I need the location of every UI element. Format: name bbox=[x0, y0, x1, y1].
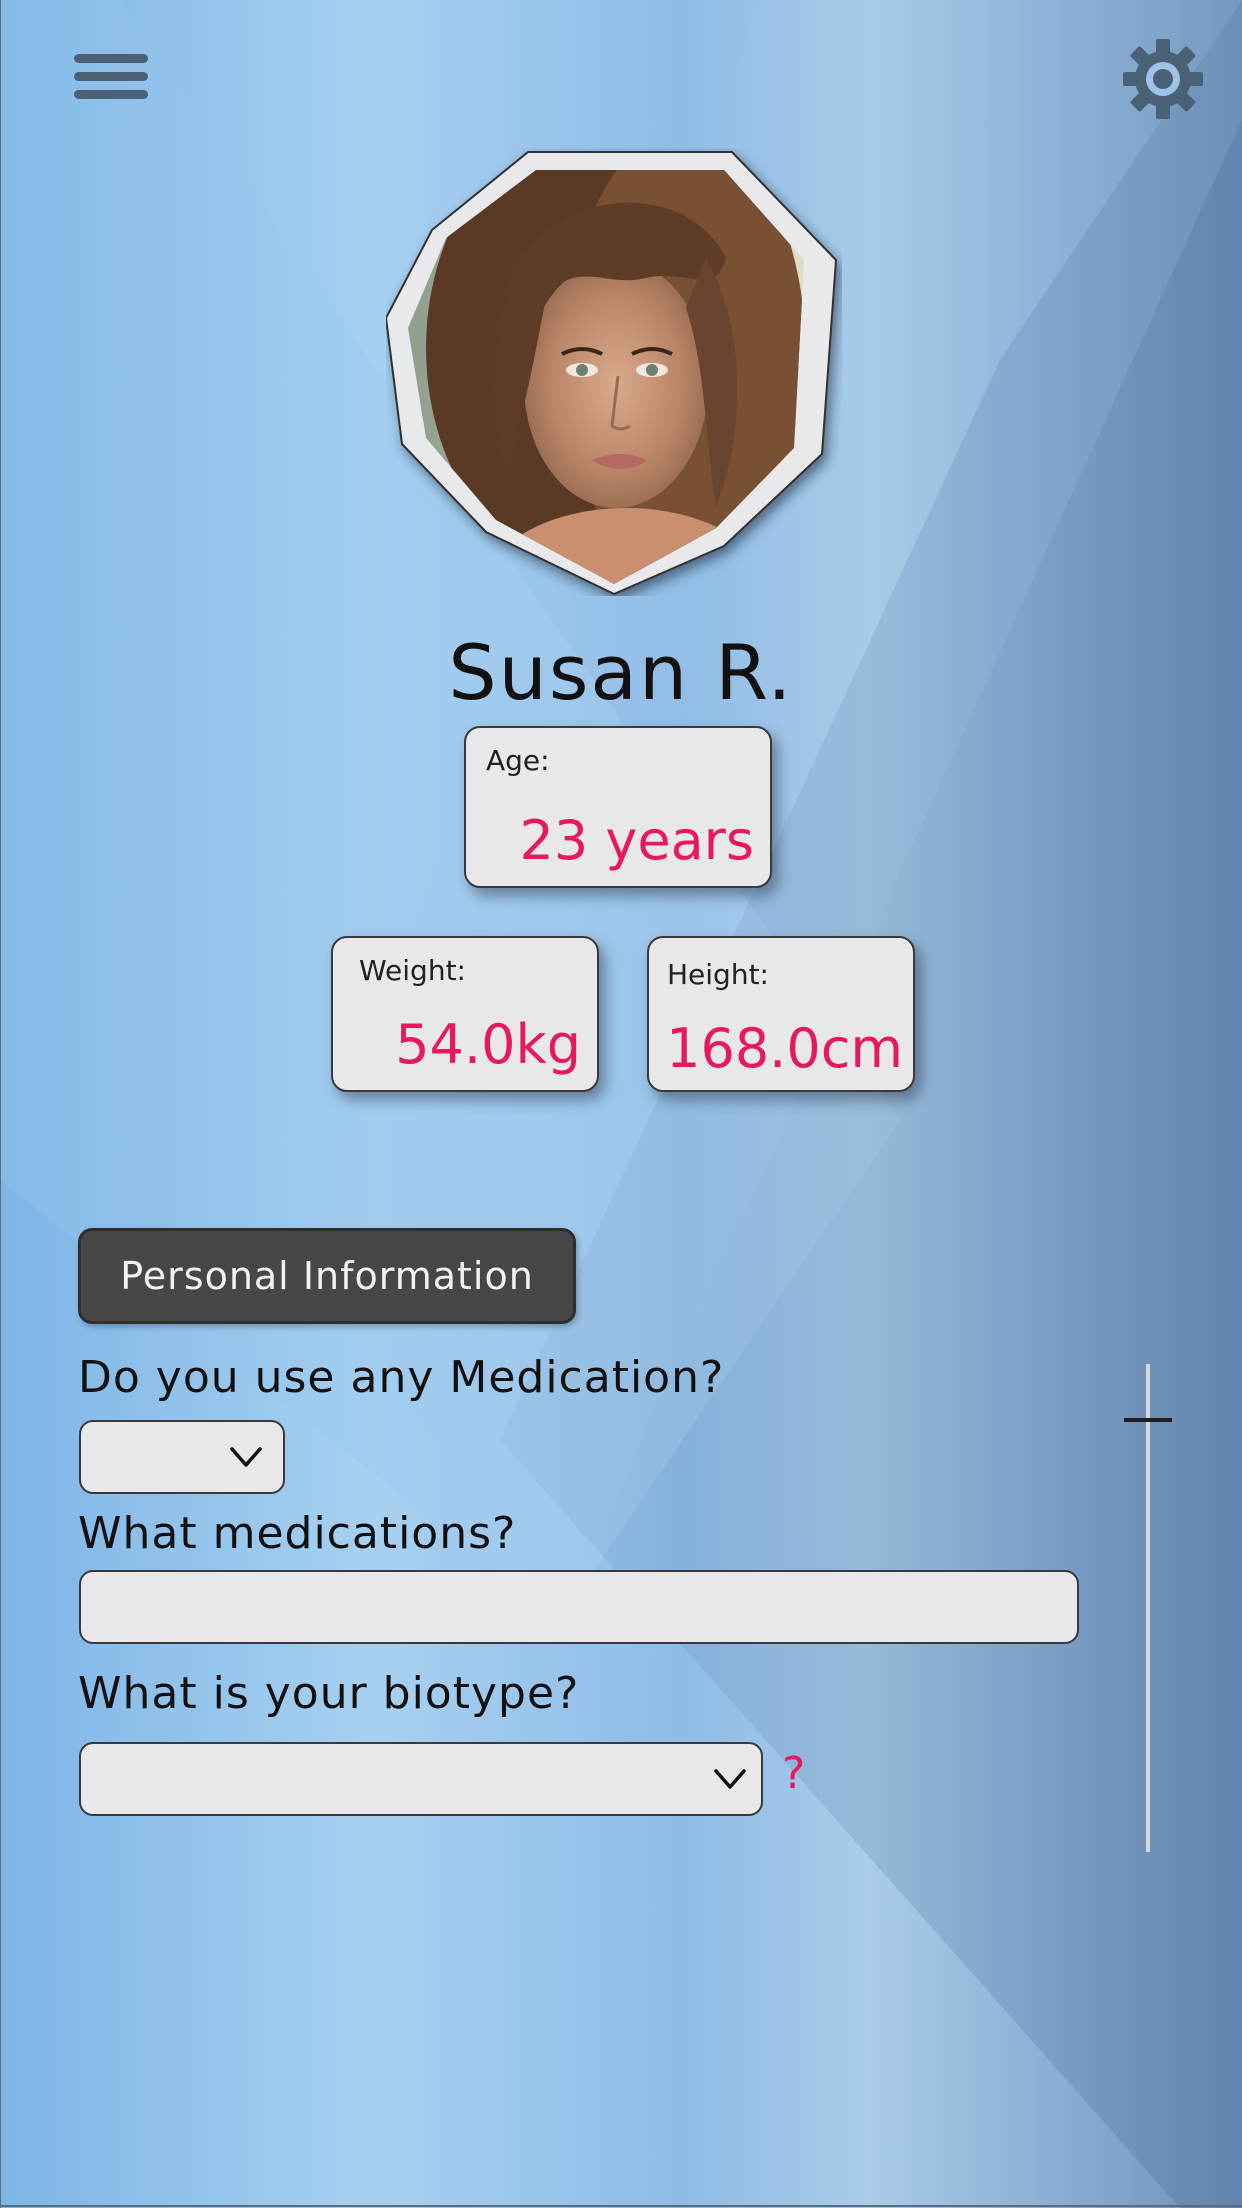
height-value: 168.0cm bbox=[666, 1017, 903, 1080]
profile-screen: Susan R. Age: 23 years Weight: 54.0kg He… bbox=[0, 0, 1242, 2208]
medications-question: What medications? bbox=[78, 1508, 517, 1559]
medication-question: Do you use any Medication? bbox=[78, 1352, 725, 1403]
medication-select[interactable] bbox=[79, 1420, 285, 1494]
biotype-select[interactable] bbox=[79, 1742, 763, 1816]
age-value: 23 years bbox=[519, 809, 754, 872]
scrollbar-thumb[interactable] bbox=[1124, 1418, 1172, 1422]
personal-information-button[interactable]: Personal Information bbox=[78, 1228, 576, 1324]
age-card: Age: 23 years bbox=[464, 726, 772, 888]
profile-avatar[interactable] bbox=[386, 148, 842, 596]
scrollbar-track[interactable] bbox=[1146, 1364, 1150, 1852]
biotype-question: What is your biotype? bbox=[78, 1668, 580, 1719]
age-label: Age: bbox=[486, 744, 550, 777]
biotype-help-button[interactable]: ? bbox=[782, 1748, 805, 1799]
chevron-down-icon bbox=[714, 1769, 746, 1789]
gear-icon[interactable] bbox=[1122, 38, 1204, 120]
height-label: Height: bbox=[667, 958, 769, 991]
weight-card: Weight: 54.0kg bbox=[331, 936, 599, 1092]
medications-input[interactable] bbox=[79, 1570, 1079, 1644]
height-card: Height: 168.0cm bbox=[647, 936, 915, 1092]
weight-label: Weight: bbox=[359, 954, 466, 987]
hamburger-menu-icon[interactable] bbox=[74, 54, 148, 100]
chevron-down-icon bbox=[230, 1447, 262, 1467]
weight-value: 54.0kg bbox=[395, 1013, 581, 1076]
profile-name: Susan R. bbox=[448, 628, 794, 717]
